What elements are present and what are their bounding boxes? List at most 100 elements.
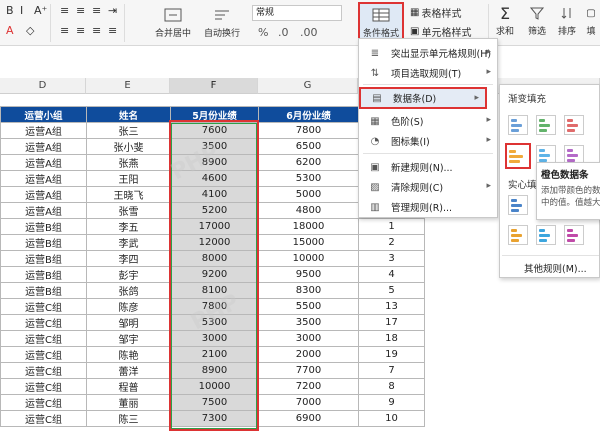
conditional-format-button-content[interactable]: 条件格式 <box>358 6 404 39</box>
table-cell[interactable]: 7800 <box>170 298 259 315</box>
table-cell[interactable]: 王晓飞 <box>86 186 171 203</box>
table-cell[interactable]: 2100 <box>170 346 259 363</box>
table-cell[interactable]: 董丽 <box>86 394 171 411</box>
table-cell[interactable]: 陈三 <box>86 410 171 427</box>
merge-center-button[interactable]: 合并居中 <box>148 6 198 39</box>
green-gradient-databar-swatch[interactable] <box>536 115 556 135</box>
filter-button[interactable]: 筛选 <box>524 4 550 37</box>
table-cell[interactable]: 5000 <box>258 186 359 203</box>
table-cell[interactable]: 3 <box>358 250 425 267</box>
magenta-solid-databar-swatch[interactable] <box>564 225 584 245</box>
table-cell[interactable]: 19 <box>358 346 425 363</box>
table-cell[interactable]: 10000 <box>170 378 259 395</box>
align-bottom-icon[interactable]: ≡ <box>92 4 101 17</box>
menu-item-new-rule[interactable]: ▣ 新建规则(N)... <box>359 157 497 177</box>
sort-button[interactable]: 排序 <box>554 4 580 37</box>
table-cell[interactable]: 运营C组 <box>0 314 87 331</box>
table-cell[interactable]: 6200 <box>258 154 359 171</box>
fill-button[interactable]: ▢ 填 <box>582 4 600 38</box>
table-cell[interactable]: 运营C组 <box>0 346 87 363</box>
table-cell[interactable]: 运营C组 <box>0 298 87 315</box>
table-cell[interactable]: 程普 <box>86 378 171 395</box>
table-cell[interactable]: 5200 <box>170 202 259 219</box>
justify-icon[interactable]: ≡ <box>108 24 117 37</box>
menu-item-clear-rules[interactable]: ▨ 清除规则(C) ▸ <box>359 177 497 197</box>
table-cell[interactable]: 运营A组 <box>0 122 87 139</box>
table-cell[interactable]: 4100 <box>170 186 259 203</box>
decimal-decrease-icon[interactable]: .00 <box>300 26 318 39</box>
orange-solid-databar-swatch[interactable] <box>508 225 528 245</box>
table-cell[interactable]: 8100 <box>170 282 259 299</box>
table-cell[interactable]: 4 <box>358 266 425 283</box>
menu-item-color-scales[interactable]: ▦ 色阶(S) ▸ <box>359 111 497 131</box>
table-cell[interactable]: 7700 <box>258 362 359 379</box>
table-cell[interactable]: 5 <box>358 282 425 299</box>
table-cell[interactable]: 陈艳 <box>86 346 171 363</box>
table-cell[interactable]: 运营C组 <box>0 330 87 347</box>
table-cell[interactable]: 张三 <box>86 122 171 139</box>
table-cell[interactable]: 8 <box>358 378 425 395</box>
table-cell[interactable]: 运营B组 <box>0 266 87 283</box>
table-cell[interactable]: 运营A组 <box>0 202 87 219</box>
table-cell[interactable]: 运营A组 <box>0 170 87 187</box>
align-top-icon[interactable]: ≡ <box>60 4 69 17</box>
table-cell[interactable]: 运营C组 <box>0 410 87 427</box>
table-cell[interactable]: 运营B组 <box>0 234 87 251</box>
table-cell[interactable]: 17000 <box>170 218 259 235</box>
align-middle-icon[interactable]: ≡ <box>76 4 85 17</box>
table-cell[interactable]: 王阳 <box>86 170 171 187</box>
table-cell[interactable]: 15000 <box>258 234 359 251</box>
table-cell[interactable]: 7300 <box>170 410 259 427</box>
table-cell[interactable]: 张燕 <box>86 154 171 171</box>
align-center-icon[interactable]: ≡ <box>76 24 85 37</box>
table-cell[interactable]: 9 <box>358 394 425 411</box>
table-cell[interactable]: 邹宇 <box>86 330 171 347</box>
lightblue-solid-databar-swatch[interactable] <box>536 225 556 245</box>
table-cell[interactable]: 10000 <box>258 250 359 267</box>
percent-icon[interactable]: % <box>258 26 268 39</box>
table-cell[interactable]: 运营A组 <box>0 138 87 155</box>
table-cell[interactable]: 9500 <box>258 266 359 283</box>
table-cell[interactable]: 李武 <box>86 234 171 251</box>
menu-item-icon-sets[interactable]: ◔ 图标集(I) ▸ <box>359 131 497 151</box>
table-cell[interactable]: 8300 <box>258 282 359 299</box>
table-cell[interactable]: 7500 <box>170 394 259 411</box>
table-cell[interactable]: 张小斐 <box>86 138 171 155</box>
table-cell[interactable]: 彭宇 <box>86 266 171 283</box>
table-cell[interactable]: 6900 <box>258 410 359 427</box>
table-cell[interactable]: 张雪 <box>86 202 171 219</box>
table-cell[interactable]: 李四 <box>86 250 171 267</box>
wrap-text-button[interactable]: 自动换行 <box>200 6 244 39</box>
table-cell[interactable]: 3000 <box>170 330 259 347</box>
table-cell[interactable]: 10 <box>358 410 425 427</box>
table-cell[interactable]: 运营C组 <box>0 394 87 411</box>
decimal-increase-icon[interactable]: .0 <box>278 26 289 39</box>
align-left-icon[interactable]: ≡ <box>60 24 69 37</box>
column-header-f[interactable]: F <box>170 78 258 94</box>
table-cell[interactable]: 18 <box>358 330 425 347</box>
cell-style-button[interactable]: ▣ 单元格样式 <box>410 24 471 39</box>
table-cell[interactable]: 2 <box>358 234 425 251</box>
table-cell[interactable]: 张鸽 <box>86 282 171 299</box>
table-cell[interactable]: 7000 <box>258 394 359 411</box>
table-cell[interactable]: 8900 <box>170 362 259 379</box>
table-cell[interactable]: 13 <box>358 298 425 315</box>
table-cell[interactable]: 李五 <box>86 218 171 235</box>
more-rules-item[interactable]: 其他规则(M)... <box>524 261 587 275</box>
blue-gradient-databar-swatch[interactable] <box>508 115 528 135</box>
table-cell[interactable]: 蕾洋 <box>86 362 171 379</box>
table-cell[interactable]: 1 <box>358 218 425 235</box>
table-cell[interactable]: 邹明 <box>86 314 171 331</box>
table-cell[interactable]: 4800 <box>258 202 359 219</box>
column-header-e[interactable]: E <box>86 78 170 94</box>
indent-icon[interactable]: ⇥ <box>108 4 117 17</box>
column-header-d[interactable]: D <box>0 78 86 94</box>
font-italic-icon[interactable]: I <box>20 4 23 17</box>
table-cell[interactable]: 运营B组 <box>0 282 87 299</box>
table-cell[interactable]: 6500 <box>258 138 359 155</box>
font-bold-icon[interactable]: B <box>6 4 14 17</box>
table-cell[interactable]: 3500 <box>258 314 359 331</box>
table-header-cell[interactable]: 5月份业绩 <box>170 106 259 123</box>
blue-solid-databar-swatch[interactable] <box>508 195 528 215</box>
orange-gradient-databar-swatch[interactable] <box>505 143 531 169</box>
